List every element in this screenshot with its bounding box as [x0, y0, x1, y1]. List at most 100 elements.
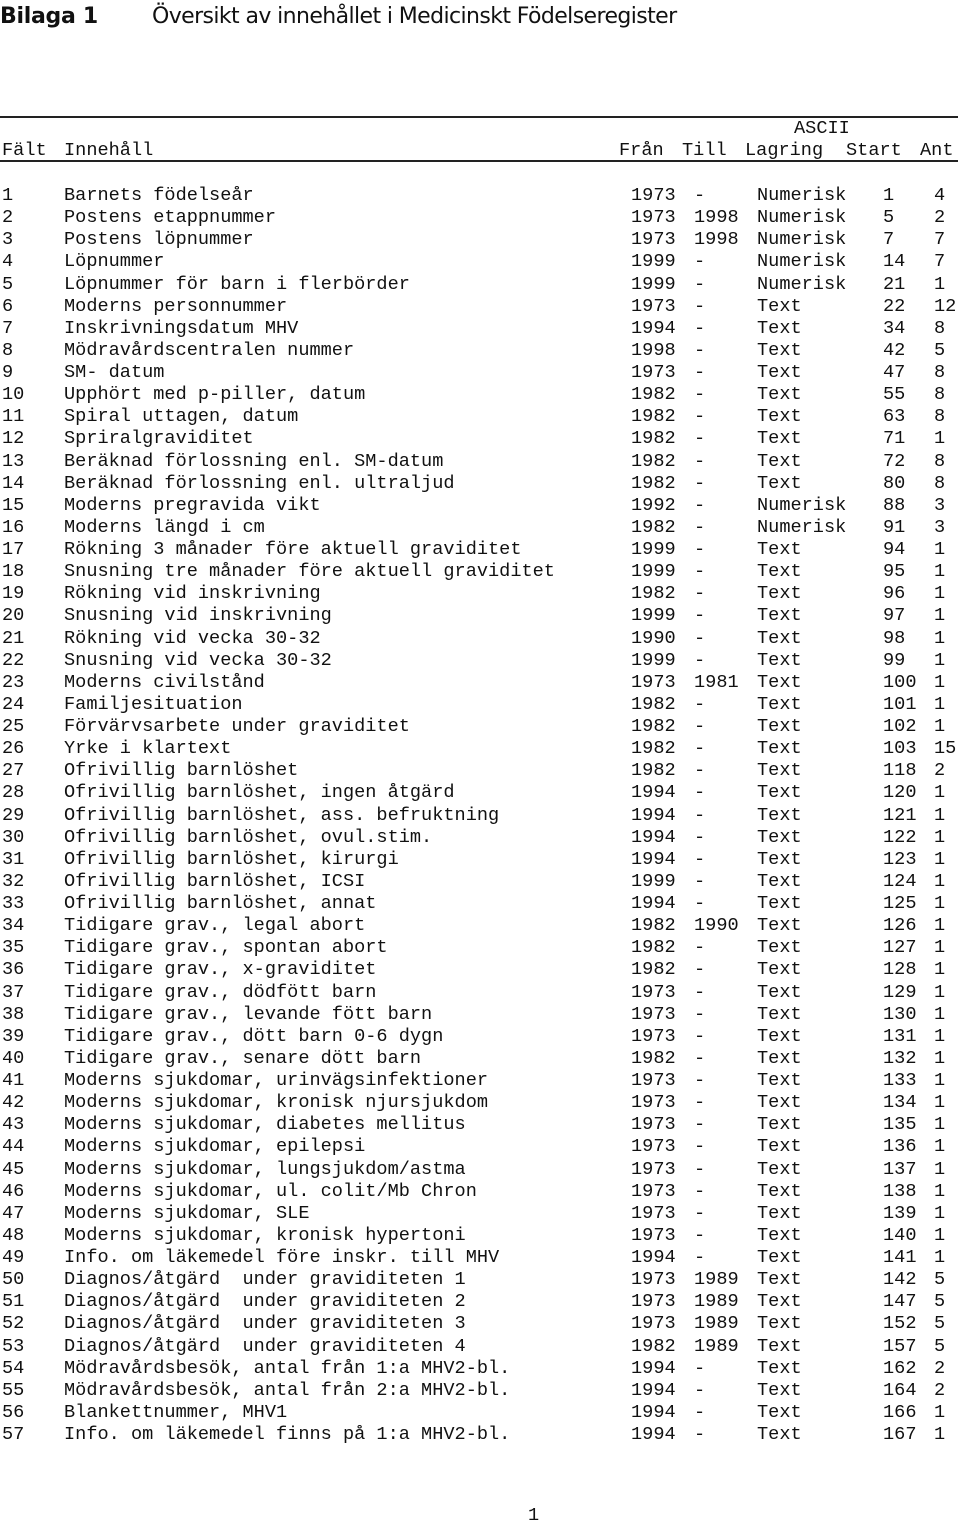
table-row: 12 Spriralgraviditet 1982- Text 71 1: [0, 428, 960, 450]
cell-fran: 1994: [631, 826, 676, 848]
cell-lagring: Numerisk: [757, 494, 847, 516]
cell-start: 101: [883, 693, 917, 715]
cell-till: 1989: [694, 1335, 739, 1357]
table-row: 13 Beräknad förlossning enl. SM-datum 1982…: [0, 451, 960, 473]
cell-innehall: Beräknad förlossning enl. SM-datum: [64, 450, 444, 472]
cell-fran: 1994: [631, 317, 676, 339]
cell-ant: 1: [934, 1025, 946, 1047]
cell-ant: 1: [934, 1092, 946, 1114]
table-row: 43 Moderns sjukdomar, diabetes mellitus 19…: [0, 1114, 960, 1136]
cell-lagring: Text: [757, 1313, 802, 1335]
cell-fran: 1973: [631, 1180, 676, 1202]
page-title: Översikt av innehållet i Medicinskt Föde…: [152, 4, 677, 29]
cell-start: 122: [883, 826, 917, 848]
cell-start: 94: [883, 539, 906, 560]
cell-innehall: Moderns sjukdomar, ul. colit/Mb Chron: [64, 1180, 477, 1202]
cell-falt: 10: [2, 384, 25, 406]
table-row: 27 Ofrivillig barnlöshet 1982- Text 118 2: [0, 760, 960, 782]
cell-innehall: Inskrivningsdatum MHV: [64, 317, 299, 339]
cell-till: -: [694, 1224, 706, 1246]
cell-innehall: Diagnos/åtgärd under graviditeten 3: [64, 1313, 466, 1335]
table-row: 11 Spiral uttagen, datum 1982- Text 63 8: [0, 406, 960, 428]
cell-falt: 6: [2, 295, 14, 317]
cell-till: -: [694, 539, 706, 560]
cell-start: 128: [883, 959, 917, 981]
cell-falt: 54: [2, 1357, 25, 1379]
cell-till: -: [694, 804, 706, 826]
table-row: 23 Moderns civilstånd 1973 1981 Text 100 1: [0, 672, 960, 694]
cell-innehall: Ofrivillig barnlöshet, ass. befruktning: [64, 804, 500, 826]
cell-innehall: Löpnummer för barn i flerbörder: [64, 273, 410, 295]
table-row: 26 Yrke i klartext 1982- Text 103 15: [0, 738, 960, 760]
cell-lagring: Text: [757, 1401, 802, 1423]
cell-fran: 1973: [631, 981, 676, 1003]
table-row: 31 Ofrivillig barnlöshet, kirurgi 1994- Tex…: [0, 849, 960, 871]
cell-start: 123: [883, 848, 917, 870]
cell-falt: 2: [2, 207, 14, 229]
cell-ant: 1: [934, 539, 946, 560]
cell-till: -: [694, 450, 706, 472]
cell-lagring: Numerisk: [757, 273, 847, 295]
cell-start: 142: [883, 1269, 917, 1291]
cell-fran: 1994: [631, 1424, 676, 1445]
cell-lagring: Text: [757, 1114, 802, 1136]
cell-start: 80: [883, 472, 906, 494]
cell-ant: 1: [934, 826, 946, 848]
cell-innehall: Tidigare grav., dödfött barn: [64, 981, 377, 1003]
cell-innehall: Rökning vid inskrivning: [64, 583, 321, 605]
cell-fran: 1999: [631, 870, 676, 892]
cell-start: 139: [883, 1202, 917, 1224]
cell-ant: 1: [934, 605, 946, 627]
cell-ant: 8: [934, 317, 946, 339]
cell-till: -: [694, 981, 706, 1003]
cell-innehall: Moderns civilstånd: [64, 671, 265, 693]
cell-ant: 1: [934, 848, 946, 870]
table-row: 30 Ofrivillig barnlöshet, ovul.stim. 1994-…: [0, 827, 960, 849]
cell-ant: 4: [934, 185, 946, 206]
table-row: 9 SM- datum 1973- Text 47 8: [0, 362, 960, 384]
cell-innehall: Diagnos/åtgärd under graviditeten 4: [64, 1335, 466, 1357]
cell-till: -: [694, 826, 706, 848]
header-lagring: Lagring: [745, 140, 824, 161]
cell-till: -: [694, 428, 706, 450]
cell-lagring: Text: [757, 627, 802, 649]
cell-ant: 1: [934, 1003, 946, 1025]
cell-falt: 17: [2, 539, 25, 560]
cell-start: 71: [883, 428, 906, 450]
cell-innehall: Moderns sjukdomar, urinvägsinfektioner: [64, 1070, 489, 1091]
cell-start: 140: [883, 1224, 917, 1246]
cell-innehall: Moderns personnummer: [64, 295, 288, 317]
cell-innehall: Mödravårdscentralen nummer: [64, 339, 355, 361]
cell-ant: 5: [934, 1269, 946, 1291]
cell-lagring: Text: [757, 1202, 802, 1224]
table-row: 54 Mödravårdsbesök, antal från 1:a MHV2-b…: [0, 1358, 960, 1380]
cell-falt: 7: [2, 317, 14, 339]
cell-innehall: Moderns sjukdomar, kronisk hypertoni: [64, 1224, 466, 1246]
cell-falt: 31: [2, 848, 25, 870]
cell-fran: 1999: [631, 251, 676, 273]
cell-falt: 8: [2, 339, 14, 361]
cell-lagring: Text: [757, 362, 802, 383]
cell-till: -: [694, 273, 706, 295]
cell-innehall: Familjesituation: [64, 693, 243, 715]
cell-falt: 37: [2, 981, 25, 1003]
table-row: 3 Postens löpnummer 1973 1998 Numerisk 7 7: [0, 229, 960, 251]
cell-till: -: [694, 339, 706, 361]
table-row: 21 Rökning vid vecka 30-32 1990- Text 98 1: [0, 628, 960, 650]
table-row: 33 Ofrivillig barnlöshet, annat 1994- Text 1…: [0, 893, 960, 915]
cell-fran: 1982: [631, 937, 676, 959]
cell-ant: 1: [934, 893, 946, 914]
cell-till: -: [694, 561, 706, 583]
cell-falt: 25: [2, 716, 25, 737]
cell-lagring: Text: [757, 760, 802, 782]
cell-innehall: Moderns sjukdomar, kronisk njursjukdom: [64, 1092, 489, 1114]
cell-falt: 30: [2, 826, 25, 848]
cell-fran: 1982: [631, 915, 676, 937]
cell-fran: 1973: [631, 1313, 676, 1335]
cell-fran: 1973: [631, 1092, 676, 1114]
table-row: 53 Diagnos/åtgärd under graviditeten 4 198…: [0, 1336, 960, 1358]
cell-lagring: Text: [757, 317, 802, 339]
cell-falt: 50: [2, 1269, 25, 1291]
cell-lagring: Text: [757, 738, 802, 760]
cell-lagring: Text: [757, 893, 802, 914]
